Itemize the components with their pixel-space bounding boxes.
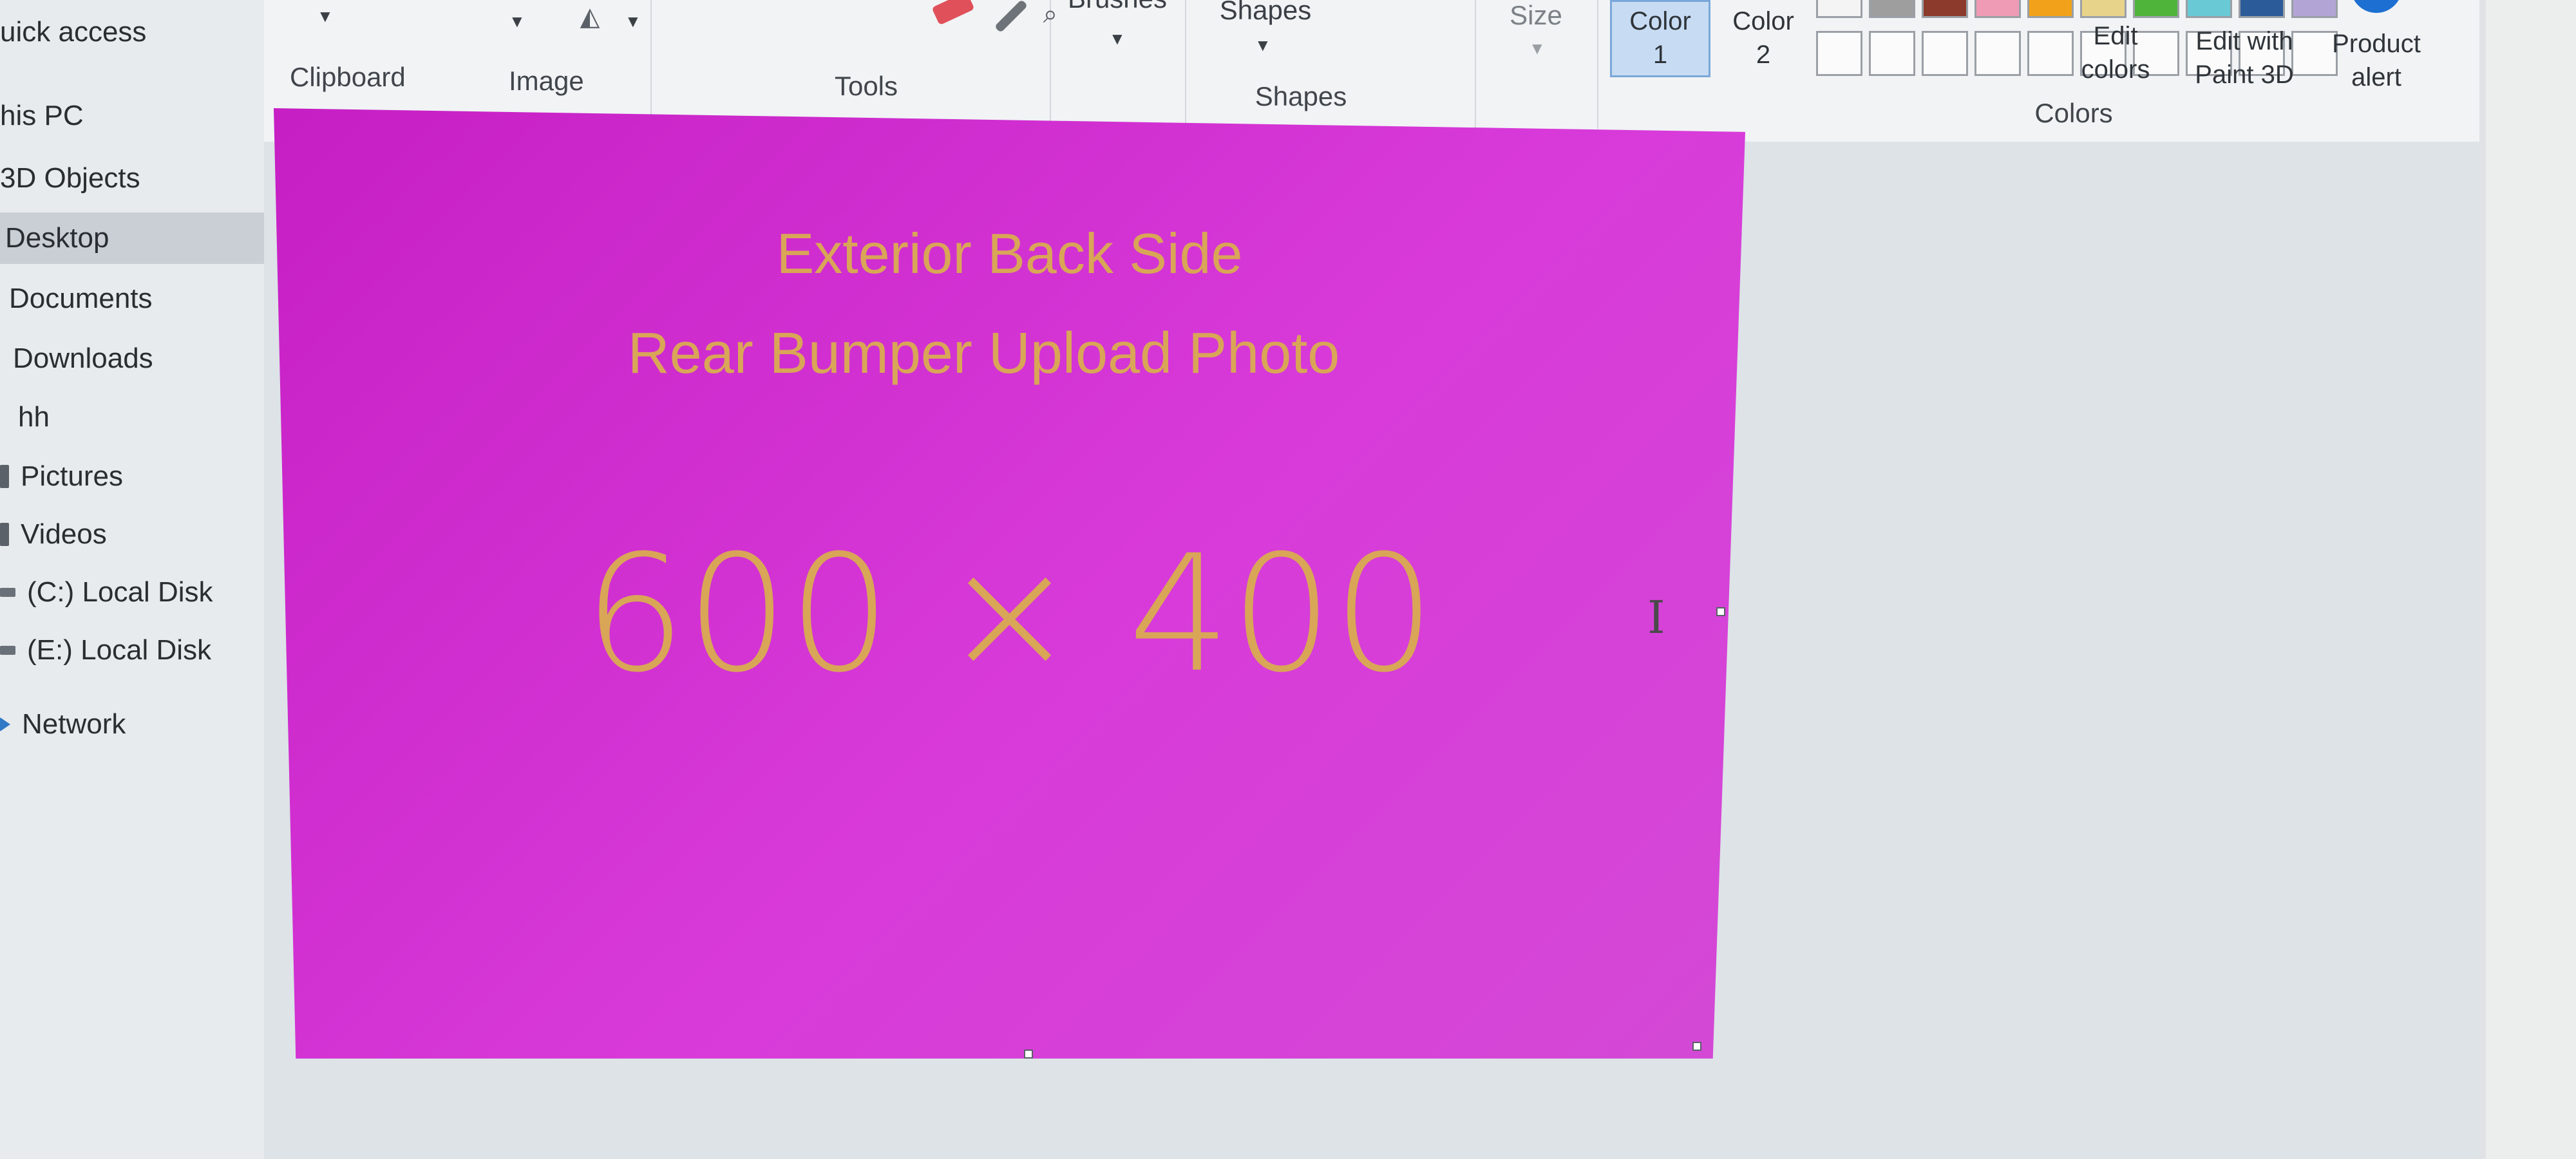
palette-swatch[interactable] bbox=[2133, 0, 2179, 18]
network-icon bbox=[0, 717, 10, 731]
nav-item-label: Downloads bbox=[13, 343, 153, 374]
color2-label: Color bbox=[1732, 7, 1794, 35]
chevron-down-icon[interactable]: ▼ bbox=[1255, 35, 1271, 55]
nav-item-e-drive[interactable]: (E:) Local Disk bbox=[0, 625, 211, 676]
chevron-down-icon[interactable]: ▼ bbox=[509, 12, 526, 32]
color1-button[interactable]: Color 1 bbox=[1610, 0, 1710, 77]
nav-item-c-drive[interactable]: (C:) Local Disk bbox=[0, 567, 213, 618]
shapes-button[interactable]: Shapes bbox=[1211, 0, 1320, 27]
nav-item-label: Documents bbox=[9, 283, 153, 314]
navigation-pane: uick access his PC 3D Objects Desktop Do… bbox=[0, 0, 269, 1159]
paint3d-label-1: Edit with bbox=[2195, 27, 2293, 55]
tools-group: ⌕ Tools bbox=[663, 0, 1057, 129]
pictures-icon bbox=[0, 465, 9, 488]
product-alert-label-2: alert bbox=[2351, 63, 2401, 91]
shapes-group: Shapes ▼ Shapes bbox=[1185, 0, 1476, 129]
canvas-image[interactable]: Exterior Back Side Rear Bumper Upload Ph… bbox=[274, 108, 1745, 1059]
custom-color-swatch[interactable] bbox=[1922, 31, 1968, 76]
custom-color-swatch[interactable] bbox=[1869, 31, 1915, 76]
nav-item-label: his PC bbox=[0, 100, 84, 131]
eraser-icon[interactable] bbox=[931, 0, 975, 26]
nav-item-label: Videos bbox=[21, 518, 107, 550]
nav-item-documents[interactable]: Documents bbox=[9, 273, 153, 325]
chevron-down-icon[interactable]: ▼ bbox=[1109, 29, 1126, 49]
color1-label: Color bbox=[1629, 7, 1691, 35]
color2-button[interactable]: Color 2 bbox=[1713, 0, 1814, 77]
nav-item-label: Network bbox=[22, 708, 126, 740]
color2-number: 2 bbox=[1756, 41, 1771, 69]
palette-swatch[interactable] bbox=[1922, 0, 1968, 18]
custom-color-swatch[interactable] bbox=[1975, 31, 2021, 76]
resize-handle-corner[interactable] bbox=[1692, 1042, 1701, 1051]
brushes-button[interactable]: Brushes bbox=[1050, 0, 1185, 15]
image-subtitle: Rear Bumper Upload Photo bbox=[627, 321, 1340, 386]
paint3d-label-2: Paint 3D bbox=[2195, 61, 2294, 89]
nav-item-this-pc[interactable]: his PC bbox=[0, 90, 84, 142]
palette-swatch[interactable] bbox=[1816, 0, 1862, 18]
alert-icon bbox=[2351, 0, 2402, 13]
window-edge bbox=[2486, 0, 2576, 1159]
palette-swatch[interactable] bbox=[1975, 0, 2021, 18]
palette-swatch[interactable] bbox=[2027, 0, 2074, 18]
size-group[interactable]: Size ▼ bbox=[1475, 0, 1598, 129]
palette-swatch[interactable] bbox=[2239, 0, 2285, 18]
drive-icon bbox=[0, 588, 15, 597]
edit-colors-label-2: colors bbox=[2081, 55, 2150, 84]
nav-item-label: hh bbox=[18, 401, 50, 433]
drive-icon bbox=[0, 646, 15, 655]
group-label-colors: Colors bbox=[2034, 98, 2113, 128]
nav-item-network[interactable]: Network bbox=[0, 699, 126, 750]
nav-item-label: (C:) Local Disk bbox=[27, 576, 213, 608]
text-cursor-icon: I bbox=[1647, 591, 1665, 644]
group-label-tools: Tools bbox=[834, 71, 898, 101]
palette-swatch[interactable] bbox=[2186, 0, 2232, 18]
group-label-shapes: Shapes bbox=[1255, 81, 1347, 111]
nav-item-quick-access[interactable]: uick access bbox=[0, 6, 146, 58]
nav-item-hh[interactable]: hh bbox=[18, 391, 50, 443]
nav-item-videos[interactable]: Videos bbox=[0, 509, 107, 560]
palette-swatch[interactable] bbox=[2080, 0, 2126, 18]
image-dimensions: 600 × 400 bbox=[583, 520, 1435, 708]
nav-item-label: (E:) Local Disk bbox=[27, 634, 212, 666]
group-label-image: Image bbox=[509, 66, 584, 96]
nav-item-desktop[interactable]: Desktop bbox=[0, 212, 269, 264]
color-picker-icon[interactable] bbox=[994, 0, 1028, 33]
nav-item-label: Desktop bbox=[5, 222, 109, 254]
nav-item-label: Pictures bbox=[21, 460, 123, 492]
resize-handle-bottom[interactable] bbox=[1024, 1050, 1033, 1059]
custom-color-swatch[interactable] bbox=[1816, 31, 1862, 76]
product-alert-label-1: Product bbox=[2332, 30, 2421, 58]
product-alert-button[interactable]: Product alert bbox=[2312, 0, 2441, 94]
resize-handle-right[interactable] bbox=[1716, 607, 1725, 616]
nav-item-label: 3D Objects bbox=[0, 162, 140, 194]
rotate-icon[interactable]: ◭ bbox=[573, 0, 607, 33]
nav-item-label: uick access bbox=[0, 16, 147, 48]
chevron-down-icon[interactable]: ▼ bbox=[1529, 39, 1546, 59]
nav-item-downloads[interactable]: Downloads bbox=[13, 333, 153, 384]
palette-swatch[interactable] bbox=[1869, 0, 1915, 18]
chevron-down-icon[interactable]: ▼ bbox=[625, 12, 641, 32]
brushes-group[interactable]: Brushes ▼ bbox=[1050, 0, 1186, 129]
color1-number: 1 bbox=[1653, 41, 1668, 69]
size-button[interactable]: Size bbox=[1475, 0, 1597, 32]
videos-icon bbox=[0, 523, 9, 546]
image-title: Exterior Back Side bbox=[776, 221, 1243, 285]
edit-with-paint3d-button[interactable]: Edit with Paint 3D bbox=[2177, 24, 2312, 91]
edit-colors-button[interactable]: Edit colors bbox=[2067, 19, 2164, 86]
edit-colors-label-1: Edit bbox=[2093, 22, 2138, 50]
nav-item-3d-objects[interactable]: 3D Objects bbox=[0, 153, 140, 204]
nav-item-pictures[interactable]: Pictures bbox=[0, 451, 123, 502]
palette-swatch[interactable] bbox=[2291, 0, 2338, 18]
